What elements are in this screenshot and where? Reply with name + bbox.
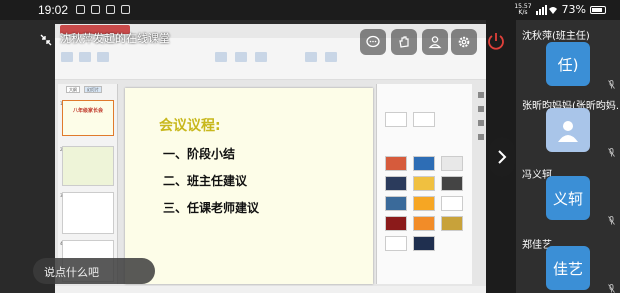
mic-muted-icon: [608, 284, 615, 293]
template-thumbnail[interactable]: [385, 236, 407, 251]
tab-outline[interactable]: 大纲: [66, 86, 80, 93]
template-thumbnail[interactable]: [413, 236, 435, 251]
signal-icon: [535, 4, 557, 15]
status-time: 19:02: [38, 3, 69, 17]
raise-hand-button[interactable]: [391, 29, 417, 55]
ribbon-button: [61, 52, 73, 62]
template-thumbnail[interactable]: [385, 196, 407, 211]
agenda-item: 三、任课老师建议: [163, 201, 260, 215]
participant-avatar[interactable]: 任): [546, 42, 590, 86]
battery-percent: 73%: [561, 3, 586, 16]
chevron-right-icon: [498, 150, 507, 164]
status-right: 15.57 K/s 73%: [514, 3, 606, 16]
mic-muted-icon: [608, 148, 615, 157]
agenda-item: 一、阶段小结: [163, 147, 236, 161]
screen-root: 19:02 15.57 K/s 73% 大纲 幻灯片 1 八年级家长会 2 3 …: [0, 0, 620, 293]
tab-slides[interactable]: 幻灯片: [84, 86, 102, 93]
participant-avatar[interactable]: [546, 108, 590, 152]
notification-icon: [121, 5, 130, 14]
template-thumbnail[interactable]: [441, 196, 463, 211]
template-thumbnail[interactable]: [413, 156, 435, 171]
next-page-button[interactable]: [489, 137, 515, 177]
template-thumbnail[interactable]: [385, 112, 407, 127]
slide-title: 会议议程:: [159, 118, 221, 134]
wps-status-bar: [55, 286, 486, 293]
participant-avatar[interactable]: 义轲: [546, 176, 590, 220]
slide-thumbnail-pane: 大纲 幻灯片 1 八年级家长会 2 3 4: [58, 84, 118, 284]
participant-list: 沈秋萍(班主任) 任) 张昕昀妈妈(张昕昀妈... 冯义轲 义轲 郑佳艺 佳艺: [516, 20, 620, 293]
raise-hand-icon: [399, 36, 409, 48]
notification-icon: [91, 5, 100, 14]
notification-icon: [106, 5, 115, 14]
chat-input[interactable]: 说点什么吧: [33, 258, 155, 284]
slide-thumbnail[interactable]: 3: [60, 192, 114, 234]
ribbon-button: [325, 52, 337, 62]
ribbon-button: [97, 52, 109, 62]
template-thumbnail[interactable]: [441, 216, 463, 231]
chat-button[interactable]: [360, 29, 386, 55]
slide-thumbnail[interactable]: 1 八年级家长会: [60, 100, 114, 136]
wps-side-toolbar: [476, 84, 486, 284]
template-thumbnail[interactable]: [413, 216, 435, 231]
shared-screen: 大纲 幻灯片 1 八年级家长会 2 3 4 会议议程: 一、阶段小结 二、班主任…: [0, 20, 486, 293]
tool-icon[interactable]: [478, 106, 484, 112]
battery-icon: [590, 5, 606, 14]
tool-icon[interactable]: [478, 92, 484, 98]
template-thumbnail[interactable]: [413, 196, 435, 211]
notification-icon: [76, 5, 85, 14]
template-thumbnail[interactable]: [441, 176, 463, 191]
status-bar: 19:02 15.57 K/s 73%: [0, 0, 620, 20]
template-thumbnail[interactable]: [413, 112, 435, 127]
template-thumbnail[interactable]: [385, 176, 407, 191]
net-speed: 15.57 K/s: [514, 2, 532, 16]
participant-name: 沈秋萍(班主任): [522, 31, 590, 42]
slide-thumbnail[interactable]: 2: [60, 146, 114, 186]
notification-icons: [76, 5, 130, 14]
agenda-item: 二、班主任建议: [163, 174, 248, 188]
mic-muted-icon: [608, 80, 615, 89]
participant-avatar[interactable]: 佳艺: [546, 246, 590, 290]
template-thumbnail[interactable]: [385, 156, 407, 171]
template-thumbnail[interactable]: [385, 216, 407, 231]
tool-icon[interactable]: [478, 120, 484, 126]
chat-bubble-icon: [366, 35, 380, 48]
ribbon-button: [235, 52, 247, 62]
ribbon-button: [215, 52, 227, 62]
tool-icon[interactable]: [478, 134, 484, 140]
default-user-icon: [558, 121, 578, 142]
ribbon-button: [255, 52, 267, 62]
slide-canvas[interactable]: 会议议程: 一、阶段小结 二、班主任建议 三、任课老师建议: [125, 88, 373, 284]
gear-icon: [458, 36, 470, 48]
members-button[interactable]: [422, 29, 448, 55]
ribbon-button: [305, 52, 317, 62]
meeting-topic: 沈秋萍发起的在线课堂: [60, 32, 170, 45]
settings-button[interactable]: [451, 29, 477, 55]
power-icon[interactable]: [485, 30, 507, 52]
mic-muted-icon: [608, 216, 615, 225]
person-icon: [428, 36, 442, 49]
minimize-window-icon[interactable]: [40, 34, 52, 46]
thumbnail-title: 八年级家长会: [72, 108, 103, 114]
design-template-panel: [376, 84, 472, 284]
template-thumbnail[interactable]: [441, 156, 463, 171]
template-thumbnail[interactable]: [413, 176, 435, 191]
ribbon-button: [79, 52, 91, 62]
